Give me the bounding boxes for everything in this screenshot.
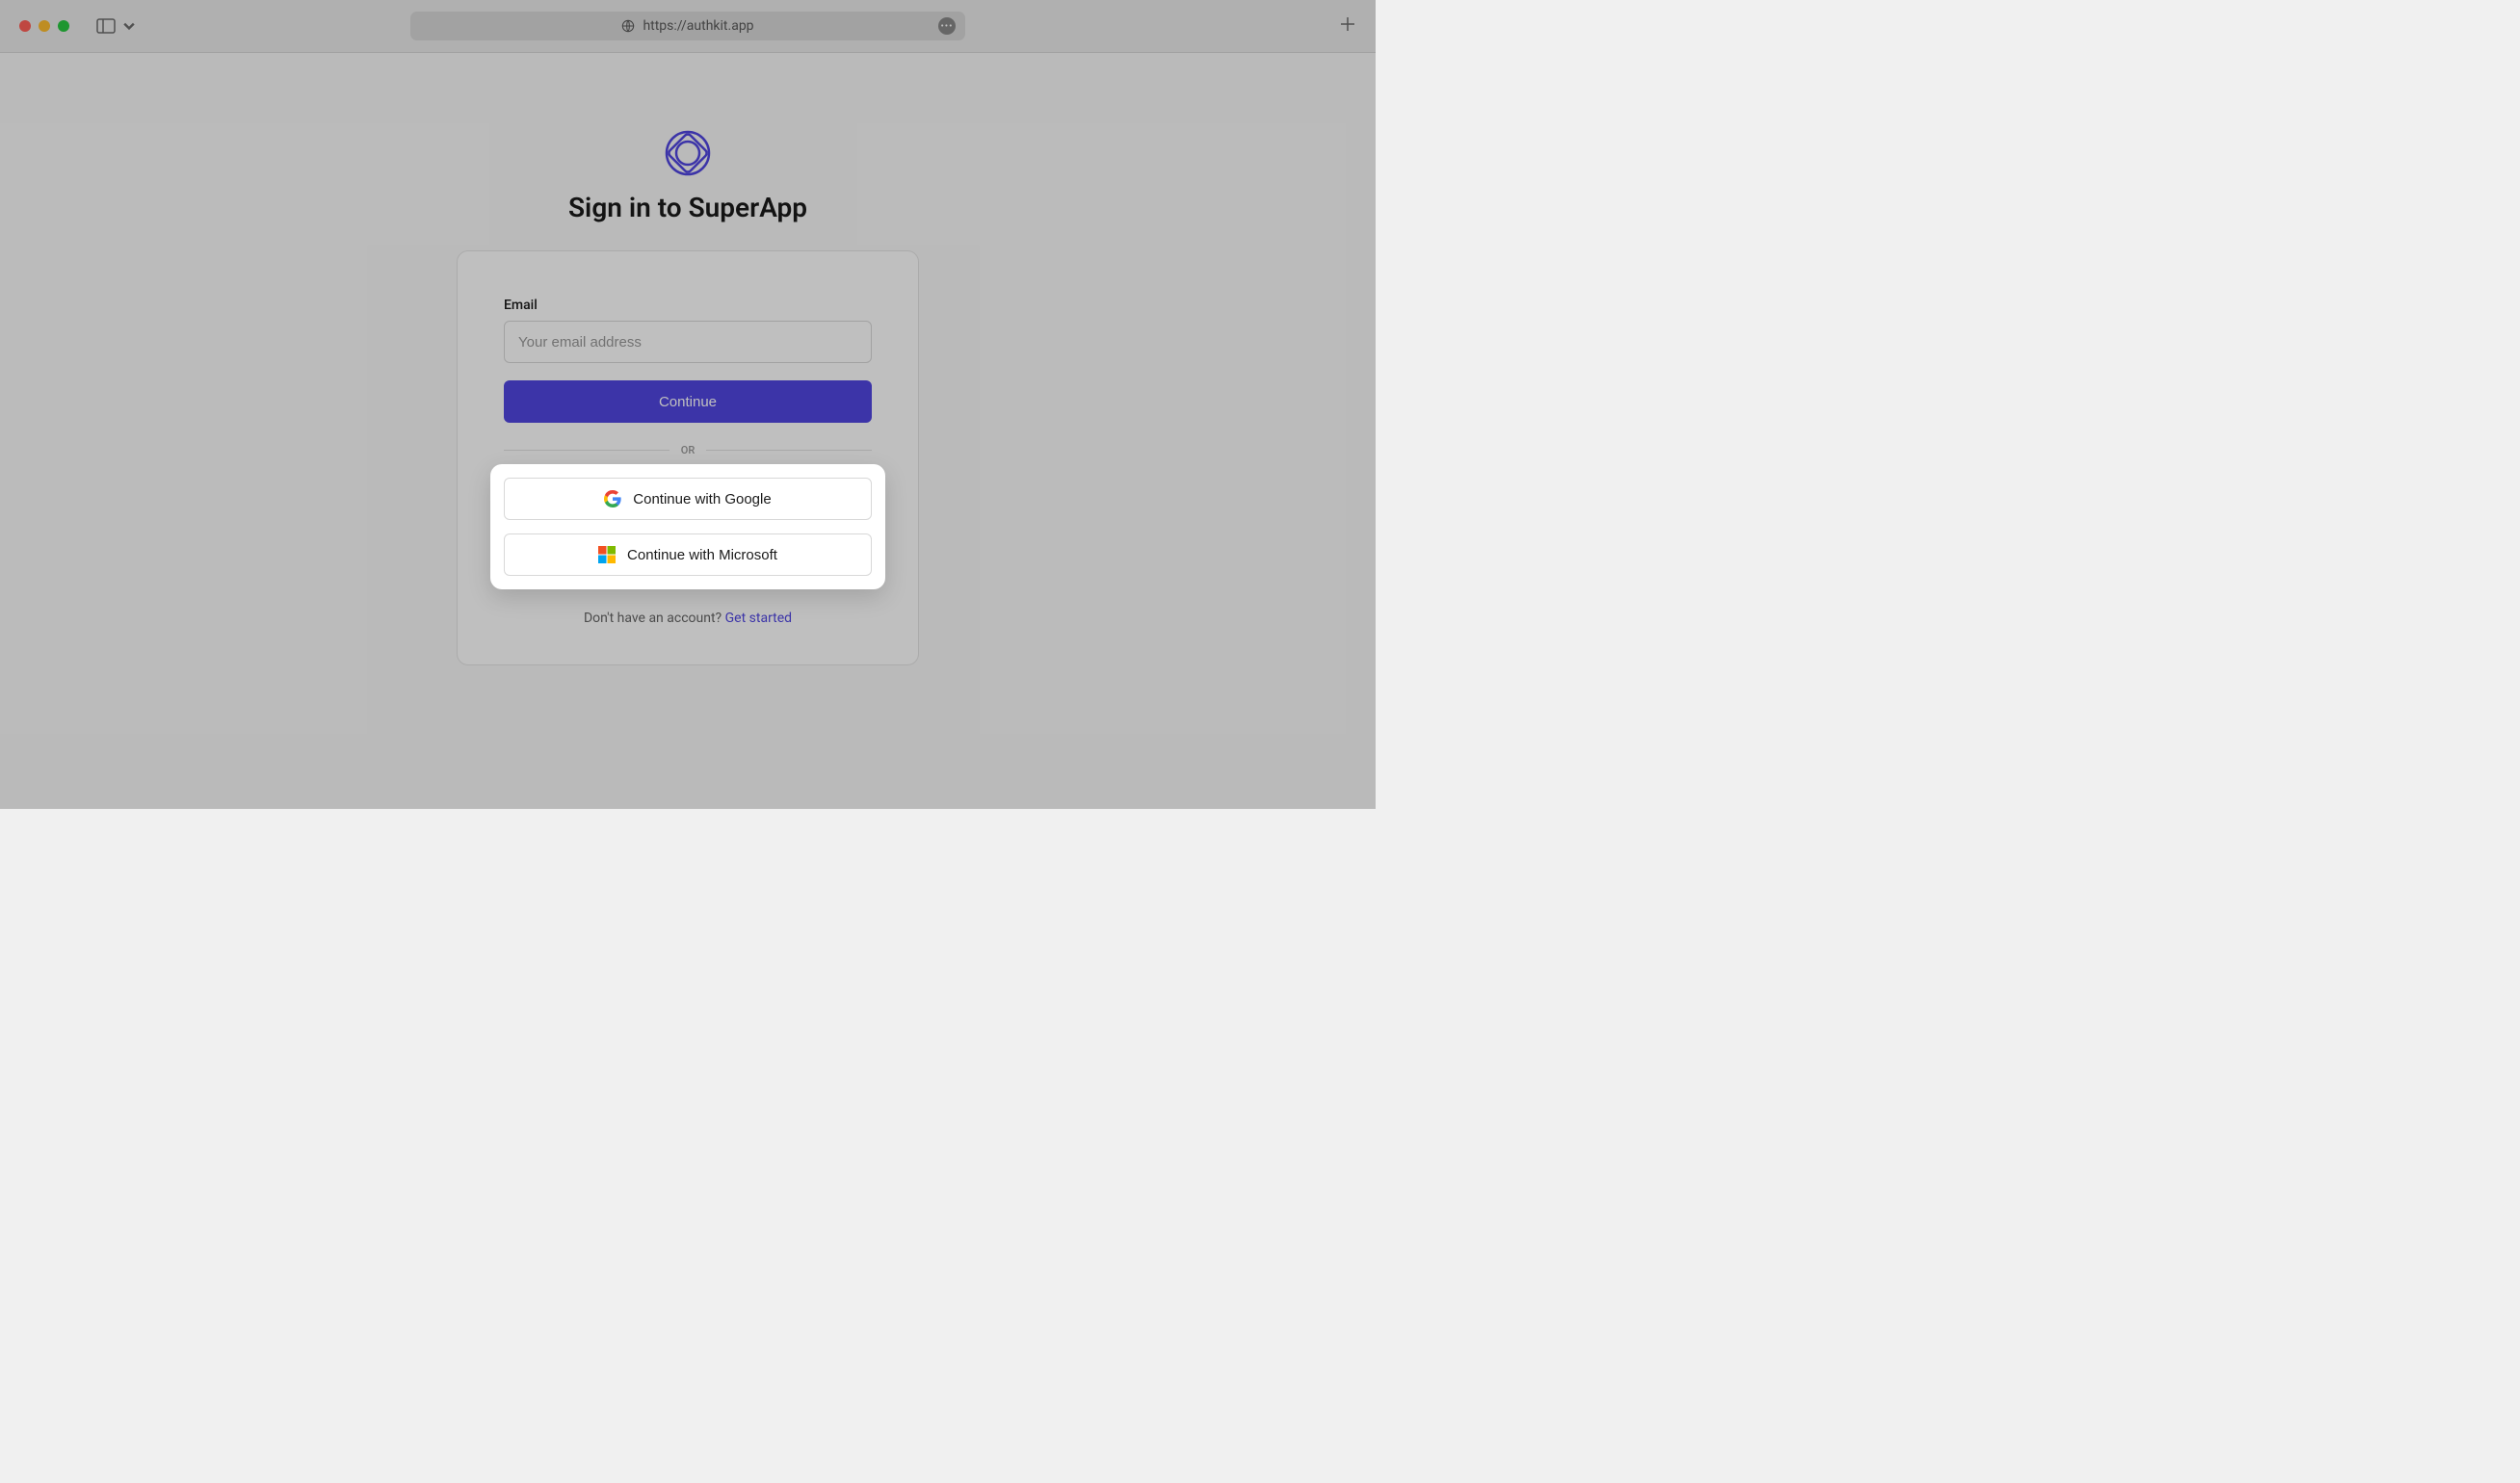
continue-google-button[interactable]: Continue with Google <box>504 478 872 520</box>
sidebar-icon <box>96 18 116 34</box>
divider-line-right <box>706 450 872 451</box>
window-controls <box>19 20 69 32</box>
url-text: https://authkit.app <box>643 18 753 34</box>
maximize-window-button[interactable] <box>58 20 69 32</box>
signup-prompt: Don't have an account? Get started <box>504 611 872 626</box>
app-logo-icon <box>665 130 711 176</box>
page-content: Sign in to SuperApp Email Continue OR Co <box>0 53 1376 809</box>
globe-icon <box>621 19 635 33</box>
get-started-link[interactable]: Get started <box>725 611 792 626</box>
microsoft-icon <box>598 546 616 563</box>
no-account-text: Don't have an account? <box>584 611 725 626</box>
google-button-label: Continue with Google <box>633 491 771 507</box>
close-window-button[interactable] <box>19 20 31 32</box>
chevron-down-icon <box>119 18 139 34</box>
page-title: Sign in to SuperApp <box>568 192 807 223</box>
continue-microsoft-button[interactable]: Continue with Microsoft <box>504 533 872 576</box>
browser-toolbar: https://authkit.app ••• <box>0 0 1376 53</box>
signin-card: Email Continue OR Continue with Google <box>457 250 919 665</box>
ellipsis-icon: ••• <box>940 21 953 32</box>
new-tab-button[interactable] <box>1339 15 1356 37</box>
url-bar[interactable]: https://authkit.app ••• <box>410 12 965 40</box>
divider-line-left <box>504 450 669 451</box>
email-label: Email <box>504 298 872 313</box>
minimize-window-button[interactable] <box>39 20 50 32</box>
google-icon <box>604 490 621 507</box>
microsoft-button-label: Continue with Microsoft <box>627 547 777 563</box>
email-field[interactable] <box>504 321 872 363</box>
social-buttons-section: Continue with Google Continue with Micro… <box>504 478 872 576</box>
plus-icon <box>1339 15 1356 33</box>
more-options-button[interactable]: ••• <box>938 17 956 35</box>
continue-button[interactable]: Continue <box>504 380 872 423</box>
sidebar-toggle-button[interactable] <box>96 18 139 34</box>
divider: OR <box>504 444 872 456</box>
divider-text: OR <box>681 444 696 456</box>
